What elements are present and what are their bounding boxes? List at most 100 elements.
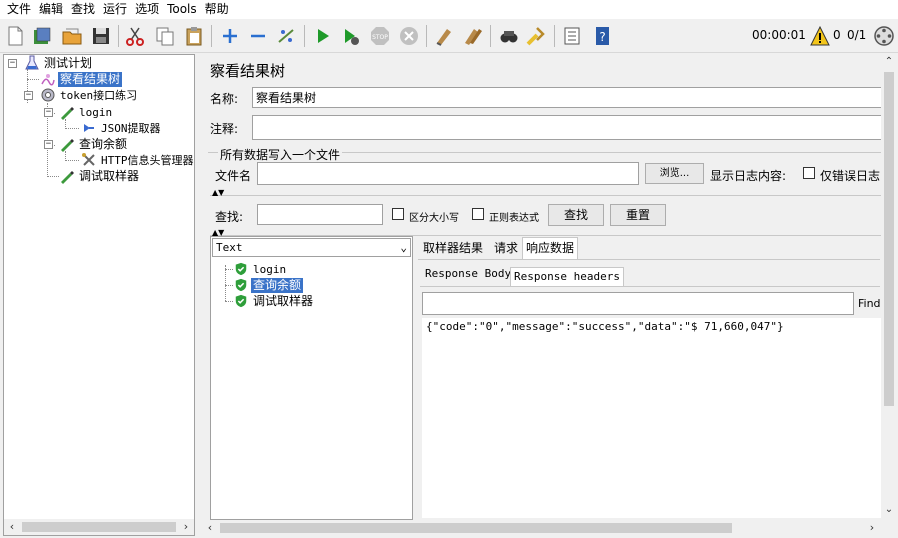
success-shield-icon	[233, 261, 249, 277]
jmeter-window: 文件 编辑 查找 运行 选项 Tools 帮助 STOP ? 00:00:01 …	[0, 0, 898, 538]
scroll-down-icon[interactable]: ⌄	[881, 502, 897, 518]
scroll-left-icon[interactable]: ‹	[4, 519, 20, 535]
menu-help[interactable]: 帮助	[201, 0, 233, 19]
regex-checkbox[interactable]	[472, 208, 484, 220]
gear-icon	[40, 87, 56, 103]
result-item-debug-sampler[interactable]: 调试取样器	[233, 293, 315, 309]
scroll-right-icon[interactable]: ›	[178, 519, 194, 535]
subtab-response-headers[interactable]: Response headers	[510, 267, 624, 286]
svg-text:STOP: STOP	[372, 34, 388, 41]
menu-search[interactable]: 查找	[67, 0, 99, 19]
scroll-up-icon[interactable]: ⌃	[881, 54, 897, 70]
templates-icon[interactable]	[30, 24, 54, 48]
search-input[interactable]	[257, 204, 383, 225]
tree-toggle-thread-group[interactable]: −	[24, 91, 33, 100]
save-icon[interactable]	[89, 24, 113, 48]
comment-field[interactable]	[252, 115, 882, 140]
svg-text:?: ?	[599, 30, 605, 44]
tree-toggle-query-balance[interactable]: −	[44, 140, 53, 149]
regex-label: 正则表达式	[489, 213, 539, 224]
tree-item-thread-group[interactable]: token接口练习	[40, 87, 139, 103]
chevron-down-icon: ⌄	[400, 241, 407, 254]
toggle-icon[interactable]	[274, 24, 298, 48]
tree-item-test-plan[interactable]: 测试计划	[24, 55, 94, 71]
sampler-pen-icon	[59, 168, 75, 184]
response-body-text[interactable]: {"code":"0","message":"success","data":"…	[422, 318, 882, 518]
tree-item-query-balance[interactable]: 查询余额	[59, 136, 129, 152]
tab-sampler-result[interactable]: 取样器结果	[420, 238, 486, 260]
case-sensitive-checkbox[interactable]	[392, 208, 404, 220]
search-icon[interactable]	[497, 24, 521, 48]
name-label: 名称:	[210, 92, 239, 106]
reset-search-icon[interactable]	[524, 24, 548, 48]
case-sensitive-label: 区分大小写	[409, 213, 459, 224]
start-no-pause-icon[interactable]	[339, 24, 363, 48]
find-button[interactable]: Find	[858, 297, 881, 310]
result-item-query-balance[interactable]: 查询余额	[233, 277, 304, 293]
tree-item-json-extractor[interactable]: JSON提取器	[81, 120, 163, 136]
extractor-arrow-icon	[81, 120, 97, 136]
open-icon[interactable]	[60, 24, 84, 48]
remote-status-icon[interactable]	[872, 24, 896, 48]
scroll-right-icon[interactable]: ›	[864, 520, 880, 536]
help-icon[interactable]: ?	[590, 24, 614, 48]
collapse-icon[interactable]	[246, 24, 270, 48]
scroll-thumb[interactable]	[884, 72, 894, 406]
warning-icon[interactable]	[808, 24, 832, 48]
menu-edit[interactable]: 编辑	[35, 0, 67, 19]
filename-field[interactable]	[257, 162, 639, 185]
tree-toggle-test-plan[interactable]: −	[8, 59, 17, 68]
menu-file[interactable]: 文件	[3, 0, 35, 19]
new-icon[interactable]	[3, 24, 27, 48]
tree-item-login[interactable]: login	[59, 104, 114, 120]
subtab-response-body[interactable]: Response Body	[422, 265, 514, 284]
errors-only-checkbox[interactable]	[803, 167, 815, 179]
tree-item-header-manager[interactable]: HTTP信息头管理器	[81, 152, 194, 168]
expand-icon[interactable]	[218, 24, 242, 48]
sample-result-list[interactable]: Text ⌄ login 查询余额 调试取样器	[210, 236, 413, 520]
start-icon[interactable]	[311, 24, 335, 48]
file-group-label: 所有数据写入一个文件	[218, 146, 343, 163]
menu-options[interactable]: 选项	[131, 0, 163, 19]
tree-horizontal-scrollbar[interactable]: ‹ ›	[4, 519, 194, 535]
menu-run[interactable]: 运行	[99, 0, 131, 19]
panel-vertical-scrollbar[interactable]: ⌃ ⌄	[881, 54, 897, 520]
stop-icon[interactable]: STOP	[368, 24, 392, 48]
scroll-thumb[interactable]	[22, 522, 176, 532]
panel-horizontal-scrollbar[interactable]: ‹ ›	[202, 520, 880, 536]
splitter-arrows[interactable]: ▲▼	[212, 188, 224, 197]
view-results-tree-panel: 察看结果树 名称: 察看结果树 注释: 所有数据写入一个文件 文件名 浏览...…	[200, 54, 898, 538]
search-label: 查找:	[215, 210, 244, 224]
reset-button[interactable]: 重置	[610, 204, 666, 226]
browse-button[interactable]: 浏览...	[645, 163, 704, 184]
comment-label: 注释:	[210, 122, 239, 136]
page-title: 察看结果树	[210, 62, 286, 80]
scroll-left-icon[interactable]: ‹	[202, 520, 218, 536]
wrench-icon	[81, 152, 97, 168]
errors-only-label: 仅错误日志	[820, 169, 881, 183]
tree-toggle-login[interactable]: −	[44, 108, 53, 117]
test-plan-tree[interactable]: − 测试计划 察看结果树 − token接口练习 − login JSON提取器…	[3, 54, 195, 536]
tab-request[interactable]: 请求	[491, 238, 521, 260]
flask-icon	[24, 55, 40, 71]
renderer-select[interactable]: Text ⌄	[212, 238, 411, 257]
tree-item-debug-sampler[interactable]: 调试取样器	[59, 168, 141, 184]
copy-icon[interactable]	[153, 24, 177, 48]
cut-icon[interactable]	[123, 24, 147, 48]
function-helper-icon[interactable]	[560, 24, 584, 48]
scroll-thumb[interactable]	[220, 523, 732, 533]
find-input[interactable]	[422, 292, 854, 315]
tab-response-data[interactable]: 响应数据	[522, 237, 579, 259]
tree-item-view-results-tree[interactable]: 察看结果树	[40, 71, 123, 87]
result-item-login[interactable]: login	[233, 261, 288, 277]
menu-tools[interactable]: Tools	[163, 0, 201, 19]
search-button[interactable]: 查找	[548, 204, 604, 226]
name-field[interactable]: 察看结果树	[252, 87, 882, 108]
paste-icon[interactable]	[182, 24, 206, 48]
elapsed-timer: 00:00:01	[752, 28, 806, 42]
clear-all-icon[interactable]	[461, 24, 485, 48]
shutdown-icon[interactable]	[397, 24, 421, 48]
sampler-pen-icon	[59, 136, 75, 152]
clear-icon[interactable]	[432, 24, 456, 48]
log-display-label: 显示日志内容:	[710, 169, 787, 183]
